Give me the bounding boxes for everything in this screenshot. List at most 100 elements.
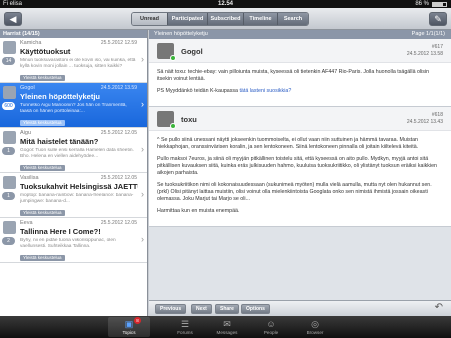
thread-nav-bar: Previous Next Share Options ↶ — [149, 300, 451, 316]
avatar — [3, 41, 16, 54]
topic-title: Yleinen höpöttelyketju — [20, 92, 101, 101]
post-header: Gogol #617 24.5.2012 13.58 — [149, 39, 451, 63]
forum-tag: Yleistä keskustelua — [20, 75, 65, 81]
inline-link[interactable]: tätä lasteni suosikkia? — [239, 88, 291, 94]
avatar — [3, 86, 16, 99]
thread-detail: Yleinen höpöttelyketju Page 1/1(1/1) Gog… — [149, 30, 451, 316]
tab-label: Messages — [216, 330, 238, 335]
topic-snippet: Byhy, nii en pidäe tuona viikonloppunac,… — [20, 238, 116, 249]
post-date: 24.5.2012 13.58 — [406, 51, 443, 57]
post-author[interactable]: toxu — [181, 115, 197, 124]
chevron-right-icon: › — [141, 54, 144, 64]
topic-title: Tuoksukahvit Helsingissä JAETTU from Tuo… — [20, 182, 138, 191]
tab-unread[interactable]: Unread — [132, 13, 168, 25]
forum-tag: Yleistä keskustelua — [20, 120, 65, 126]
topic-date: 24.5.2012 13.59 — [100, 85, 137, 91]
topic-row[interactable]: 600 Gogol 24.5.2012 13.59 Yleinen höpöttely… — [0, 83, 147, 128]
tab-topics[interactable]: ▣ Topics 8 — [108, 317, 150, 337]
post-paragraph: Harmittaa kun en muista enempää. — [157, 208, 240, 214]
previous-button[interactable]: Previous — [155, 304, 187, 314]
topic-date: 25.5.2012 12.05 — [100, 130, 137, 136]
topic-list: Harrist (14/15) 14 Kamicha 25.5.2012 12.59… — [0, 30, 148, 316]
back-box-icon[interactable]: ◀ — [4, 12, 22, 26]
list-header: Harrist (14/15) — [0, 30, 147, 38]
topic-author: Kamicha — [20, 40, 42, 46]
topic-snippet: Minun tuoksuvarastoni ei ole kovin iso, … — [20, 58, 136, 69]
reply-icon[interactable]: ↶ — [435, 302, 443, 313]
reply-count-badge: 14 — [2, 57, 15, 65]
post-paragraph: Pullo maksoi 7euros, ja siinä oli myyjän… — [157, 156, 437, 176]
topic-date: 25.5.2012 12.59 — [100, 40, 137, 46]
post-body: Sä näit toxu: techie-ebay: vain pilloiun… — [149, 63, 451, 106]
topic-title: Mitä haistelet tänään? — [20, 137, 99, 146]
topic-author: Eeva — [20, 220, 33, 226]
post: toxu #618 24.5.2012 13.43 ^ Se pullo siinä … — [149, 107, 451, 227]
tab-messages[interactable]: ✉ Messages — [206, 317, 248, 337]
post-paragraph: Sä näit toxu: techie-ebay: vain pilloiun… — [157, 69, 430, 82]
tab-forums[interactable]: ☰ Forums — [164, 317, 206, 337]
post-number: #618 — [431, 112, 443, 118]
options-button[interactable]: Options — [241, 304, 270, 314]
people-icon: ☺ — [266, 319, 276, 329]
battery-percent: 86 % — [415, 1, 429, 7]
messages-icon: ✉ — [223, 319, 231, 329]
post-paragraph: PS Myyddänkö teidän K-kaupassa tätä last… — [157, 88, 292, 94]
topic-date: 25.5.2012 12.05 — [100, 220, 137, 226]
reply-count-badge: 2 — [2, 237, 15, 245]
top-toolbar: ◀ Unread Participated Subscribed Timeline Se… — [0, 8, 451, 30]
post-date: 24.5.2012 13.43 — [406, 119, 443, 125]
post: Gogol #617 24.5.2012 13.58 Sä näit toxu: te… — [149, 39, 451, 107]
post-number: #617 — [431, 44, 443, 50]
topic-snippet: moptop: banana-rainbow: banana-freelance… — [20, 193, 134, 204]
post-paragraph: ^ Se pullo siinä unessani näytti jokseen… — [157, 137, 419, 150]
reply-count-badge: 1 — [2, 192, 15, 200]
post-header: toxu #618 24.5.2012 13.43 — [149, 107, 451, 131]
avatar — [3, 176, 16, 189]
forum-tag: Yleistä keskustelua — [20, 255, 65, 261]
post-body: ^ Se pullo siinä unessani näytti jokseen… — [149, 131, 451, 226]
tab-timeline[interactable]: Timeline — [244, 13, 278, 25]
tab-people[interactable]: ☺ People — [250, 317, 292, 337]
online-status-icon — [170, 55, 176, 61]
page-indicator: Page 1/1(1/1) — [411, 31, 445, 37]
topic-title: Tallinna Here I Come?! — [20, 227, 101, 236]
tab-participated[interactable]: Participated — [168, 13, 208, 25]
topic-row[interactable]: 1 Vasilisa 25.5.2012 12.05 Tuoksukahvit Hel… — [0, 173, 147, 218]
unread-badge: 8 — [134, 317, 141, 324]
topic-row[interactable]: 14 Kamicha 25.5.2012 12.59 Käyttötuoksut Min… — [0, 38, 147, 83]
topic-row[interactable]: 2 Eeva 25.5.2012 12.05 Tallinna Here I Come… — [0, 218, 147, 263]
post-paragraph: Se tuoksukriitikon nimi oli kokonaisuude… — [157, 182, 432, 202]
chevron-right-icon: › — [141, 144, 144, 154]
tab-label: Forums — [177, 330, 193, 335]
reply-count-badge: 600 — [2, 102, 15, 110]
topic-author: Gogol — [20, 85, 35, 91]
avatar — [3, 221, 16, 234]
tab-subscribed[interactable]: Subscribed — [208, 13, 244, 25]
tab-label: Topics — [122, 330, 136, 335]
forum-tag: Yleistä keskustelua — [20, 165, 65, 171]
chevron-right-icon: › — [141, 99, 144, 109]
tab-search[interactable]: Search — [278, 13, 308, 25]
topic-snippet: Tunnetko Aigu Marioonin? Jos hän on Tran… — [20, 103, 127, 114]
tab-label: People — [263, 330, 279, 335]
browser-icon: ◎ — [311, 319, 319, 329]
tab-label: Browser — [306, 330, 324, 335]
tab-bar: ▣ Topics 8 ☰ Forums ✉ Messages ☺ People ◎ Browser — [0, 316, 451, 338]
topic-author: Vasilisa — [20, 175, 39, 181]
online-status-icon — [170, 123, 176, 129]
share-button[interactable]: Share — [215, 304, 239, 314]
tab-browser[interactable]: ◎ Browser — [294, 317, 336, 337]
forums-icon: ☰ — [180, 319, 190, 329]
chevron-right-icon: › — [141, 189, 144, 199]
topic-snippet: Gogol: Tuon sulle ensi kerralla Hamelen … — [20, 148, 134, 159]
topic-title: Käyttötuoksut — [20, 47, 71, 56]
reply-count-badge: 1 — [2, 147, 15, 155]
forum-tag: Yleistä keskustelua — [20, 210, 65, 216]
compose-icon[interactable]: ✎ — [429, 12, 447, 26]
filter-segmented-control: Unread Participated Subscribed Timeline Sear… — [131, 12, 309, 26]
next-button[interactable]: Next — [191, 304, 212, 314]
topic-date: 25.5.2012 12.05 — [100, 175, 137, 181]
avatar — [3, 131, 16, 144]
topic-row[interactable]: 1 Aigu 25.5.2012 12.05 Mitä haistelet tänää… — [0, 128, 147, 173]
post-author[interactable]: Gogol — [181, 47, 203, 56]
